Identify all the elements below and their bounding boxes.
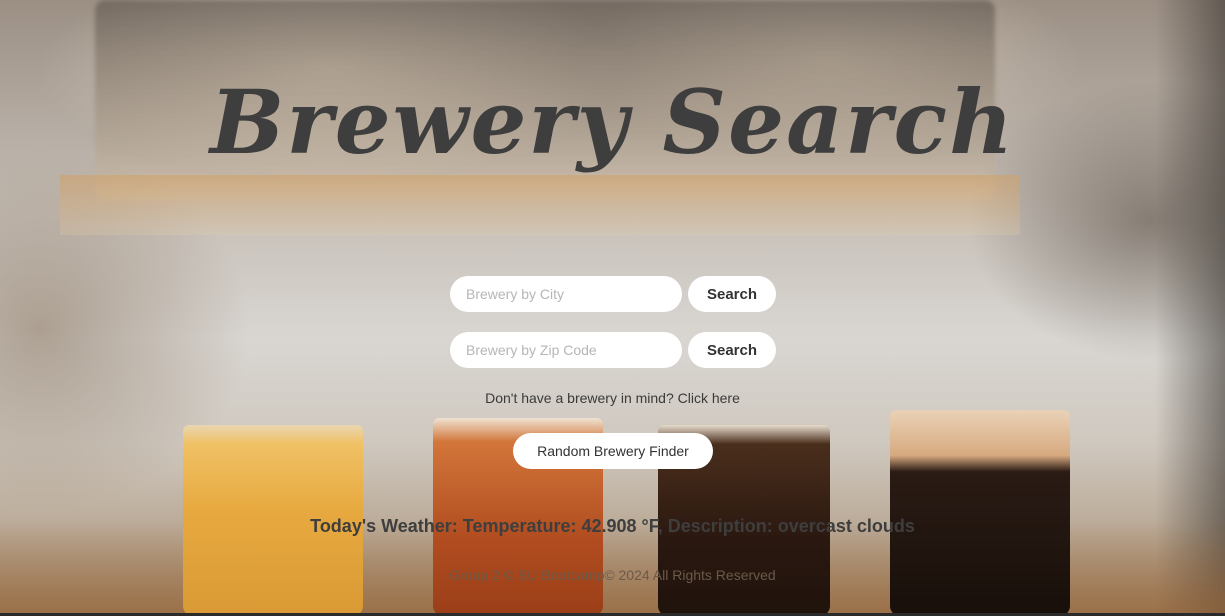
city-search-row: Search <box>450 276 780 312</box>
page-title: Brewery Search <box>209 70 1016 174</box>
footer-text: Group 2 © BU Bootcamp© 2024 All Rights R… <box>449 567 776 583</box>
background-bar <box>60 175 1020 235</box>
random-hint-text: Don't have a brewery in mind? Click here <box>485 390 740 406</box>
city-search-input[interactable] <box>450 276 682 312</box>
weather-text: Today's Weather: Temperature: 42.908 °F,… <box>310 516 915 536</box>
city-search-button[interactable]: Search <box>688 276 776 312</box>
zip-search-input[interactable] <box>450 332 682 368</box>
zip-search-row: Search <box>450 332 780 368</box>
random-brewery-button[interactable]: Random Brewery Finder <box>513 433 713 469</box>
beer-glass-stout <box>890 410 1070 616</box>
zip-search-button[interactable]: Search <box>688 332 776 368</box>
